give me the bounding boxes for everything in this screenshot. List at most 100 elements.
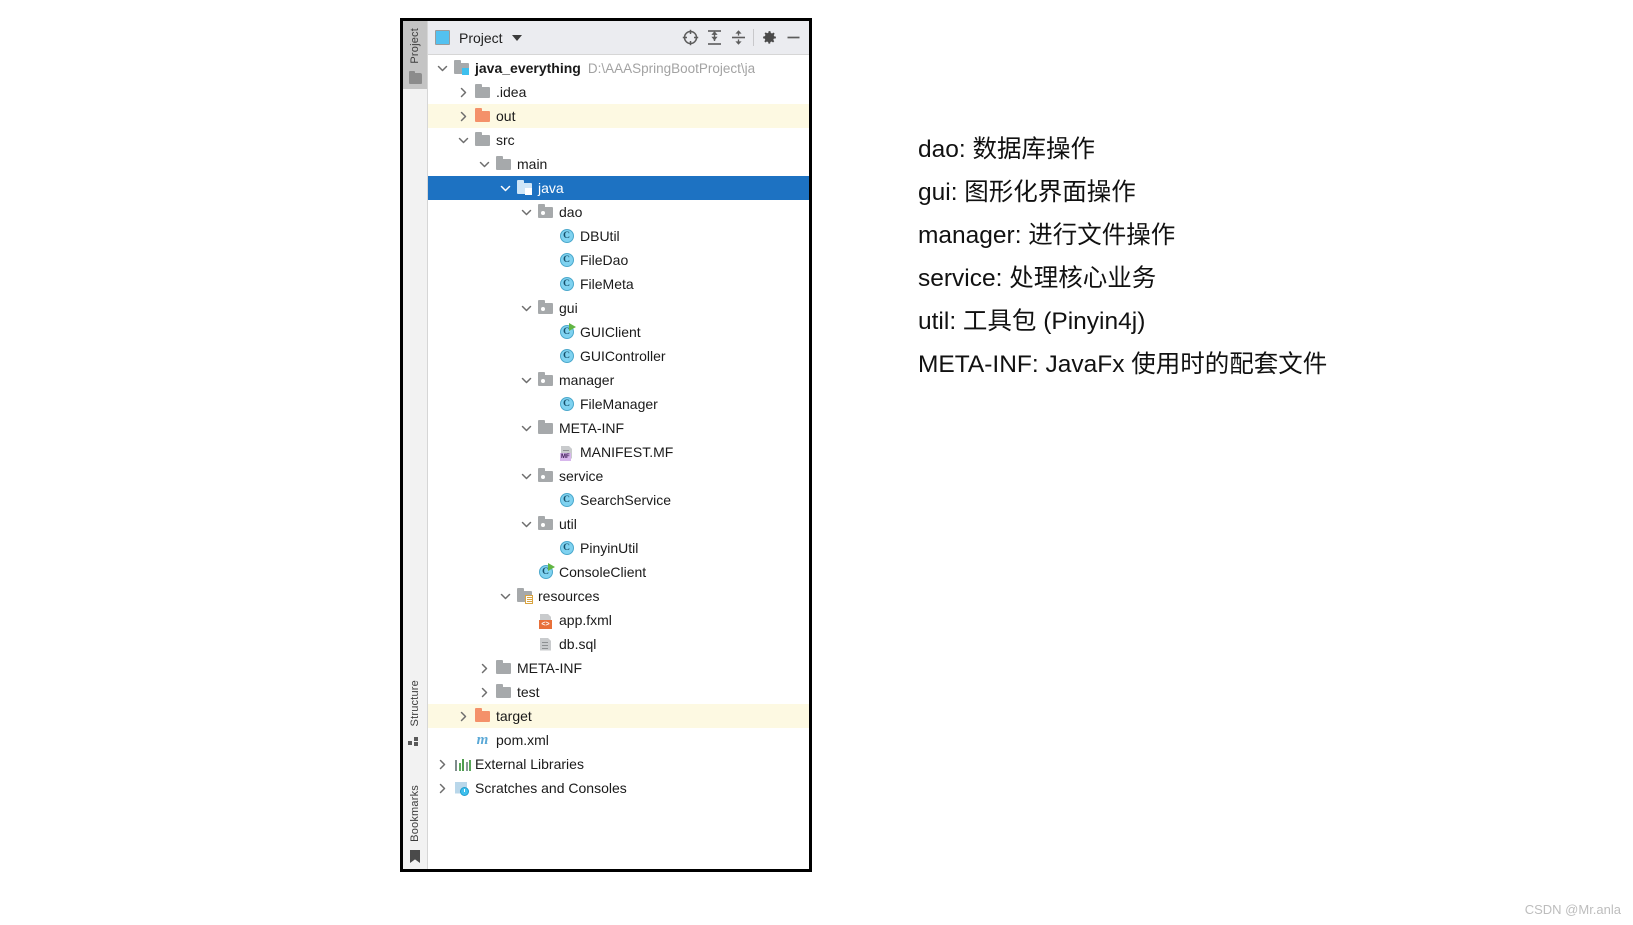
tree-row-pom-xml[interactable]: m pom.xml	[428, 728, 809, 752]
tree-row-src[interactable]: src	[428, 128, 809, 152]
tree-row-guicontroller[interactable]: C GUIController	[428, 344, 809, 368]
chevron-down-icon[interactable]	[521, 207, 532, 218]
chevron-down-icon[interactable]	[521, 471, 532, 482]
java-class-runnable-icon: C	[558, 322, 576, 341]
chevron-right-icon[interactable]	[479, 687, 490, 698]
tree-row-resources[interactable]: resources	[428, 584, 809, 608]
strip-middle-group: Structure	[403, 677, 427, 751]
tree-row-util[interactable]: util	[428, 512, 809, 536]
package-folder-icon	[537, 300, 554, 317]
tree-row-main[interactable]: main	[428, 152, 809, 176]
source-root-folder-icon	[516, 180, 533, 197]
tool-window-strip: Project Structure Bookmarks	[403, 21, 428, 869]
tree-row-filemeta[interactable]: C FileMeta	[428, 272, 809, 296]
tree-row-pinyinutil[interactable]: C PinyinUtil	[428, 536, 809, 560]
tree-row-label: PinyinUtil	[580, 540, 639, 556]
tree-row-guiclient[interactable]: C GUIClient	[428, 320, 809, 344]
note-line-util: util: 工具包 (Pinyin4j)	[918, 308, 1146, 335]
chevron-down-icon[interactable]	[521, 303, 532, 314]
chevron-down-icon[interactable]	[521, 519, 532, 530]
tree-row-label: java	[538, 180, 564, 196]
tree-row-out[interactable]: out	[428, 104, 809, 128]
tree-row-searchservice[interactable]: C SearchService	[428, 488, 809, 512]
package-folder-icon	[537, 516, 554, 533]
tree-row-label: FileManager	[580, 396, 658, 412]
chevron-down-icon[interactable]	[500, 591, 511, 602]
tree-row-meta-inf[interactable]: META-INF	[428, 656, 809, 680]
chevron-right-icon[interactable]	[437, 759, 448, 770]
sql-file-icon	[537, 636, 554, 653]
tree-row-app-fxml[interactable]: <> app.fxml	[428, 608, 809, 632]
chevron-right-icon[interactable]	[458, 87, 469, 98]
java-class-icon: C	[558, 492, 575, 509]
chevron-down-icon[interactable]	[500, 183, 511, 194]
tree-row-external-libraries[interactable]: External Libraries	[428, 752, 809, 776]
chevron-right-icon[interactable]	[458, 111, 469, 122]
tree-row-label: META-INF	[559, 420, 625, 436]
tree-row-dbutil[interactable]: C DBUtil	[428, 224, 809, 248]
tree-row-label: META-INF	[517, 660, 583, 676]
folder-gray-icon	[474, 84, 491, 101]
fxml-file-icon: <>	[537, 612, 554, 629]
tree-row-label: DBUtil	[580, 228, 620, 244]
note-line-dao: dao: 数据库操作	[918, 136, 1095, 163]
java-class-icon: C	[558, 228, 575, 245]
chevron-right-icon[interactable]	[458, 711, 469, 722]
note-line-meta-inf: META-INF: JavaFx 使用时的配套文件	[918, 351, 1328, 378]
sidebar-tab-structure[interactable]: Structure	[409, 677, 421, 729]
chevron-down-icon[interactable]	[511, 34, 522, 41]
tree-row-label: .idea	[496, 84, 527, 100]
tree-row-label: db.sql	[559, 636, 597, 652]
tree-row-meta-inf[interactable]: META-INF	[428, 416, 809, 440]
tree-row-consoleclient[interactable]: C ConsoleClient	[428, 560, 809, 584]
tree-row-target[interactable]: target	[428, 704, 809, 728]
tree-row-label: GUIController	[580, 348, 666, 364]
folder-gray-icon	[474, 132, 491, 149]
tree-row-idea[interactable]: .idea	[428, 80, 809, 104]
tree-row-test[interactable]: test	[428, 680, 809, 704]
project-view-icon	[435, 30, 450, 45]
ide-project-window: Project Structure Bookmarks Project java…	[400, 18, 812, 872]
collapse-all-icon[interactable]	[726, 26, 750, 50]
tree-row-filedao[interactable]: C FileDao	[428, 248, 809, 272]
resource-root-folder-icon	[516, 588, 533, 605]
manifest-file-icon: MF	[558, 444, 575, 461]
select-opened-file-icon[interactable]	[678, 26, 702, 50]
tree-row-scratches-and-consoles[interactable]: Scratches and Consoles	[428, 776, 809, 800]
java-class-runnable-icon: C	[537, 562, 555, 581]
chevron-right-icon[interactable]	[479, 663, 490, 674]
annotation-notes: dao: 数据库操作 gui: 图形化界面操作 manager: 进行文件操作 …	[918, 128, 1558, 386]
chevron-down-icon[interactable]	[521, 423, 532, 434]
tree-row-service[interactable]: service	[428, 464, 809, 488]
tree-row-manifest-mf[interactable]: MF MANIFEST.MF	[428, 440, 809, 464]
tree-row-label: External Libraries	[475, 756, 584, 772]
tree-row-java[interactable]: java	[428, 176, 809, 200]
tree-row-db-sql[interactable]: db.sql	[428, 632, 809, 656]
tree-row-label: service	[559, 468, 604, 484]
chevron-down-icon[interactable]	[479, 159, 490, 170]
tree-row-label: GUIClient	[580, 324, 641, 340]
tree-row-label: app.fxml	[559, 612, 612, 628]
tree-row-filemanager[interactable]: C FileManager	[428, 392, 809, 416]
sidebar-tab-bookmarks[interactable]: Bookmarks	[409, 782, 421, 845]
java-class-icon: C	[558, 252, 575, 269]
settings-gear-icon[interactable]	[757, 26, 781, 50]
package-folder-icon	[537, 468, 554, 485]
hide-minimize-icon[interactable]	[781, 26, 805, 50]
folder-orange-icon	[474, 108, 491, 125]
screenshot-root: Project Structure Bookmarks Project java…	[0, 0, 1633, 925]
chevron-down-icon[interactable]	[437, 63, 448, 74]
expand-all-icon[interactable]	[702, 26, 726, 50]
package-folder-icon	[537, 372, 554, 389]
sidebar-tab-project[interactable]: Project	[409, 25, 421, 67]
tree-row-java-everything[interactable]: java_everything D:\AAASpringBootProject\j…	[428, 56, 809, 80]
project-tree[interactable]: java_everything D:\AAASpringBootProject\j…	[428, 55, 809, 869]
chevron-down-icon[interactable]	[458, 135, 469, 146]
tree-row-label: util	[559, 516, 577, 532]
tree-row-gui[interactable]: gui	[428, 296, 809, 320]
chevron-down-icon[interactable]	[521, 375, 532, 386]
tree-row-label: Scratches and Consoles	[475, 780, 627, 796]
tree-row-dao[interactable]: dao	[428, 200, 809, 224]
tree-row-manager[interactable]: manager	[428, 368, 809, 392]
chevron-right-icon[interactable]	[437, 783, 448, 794]
